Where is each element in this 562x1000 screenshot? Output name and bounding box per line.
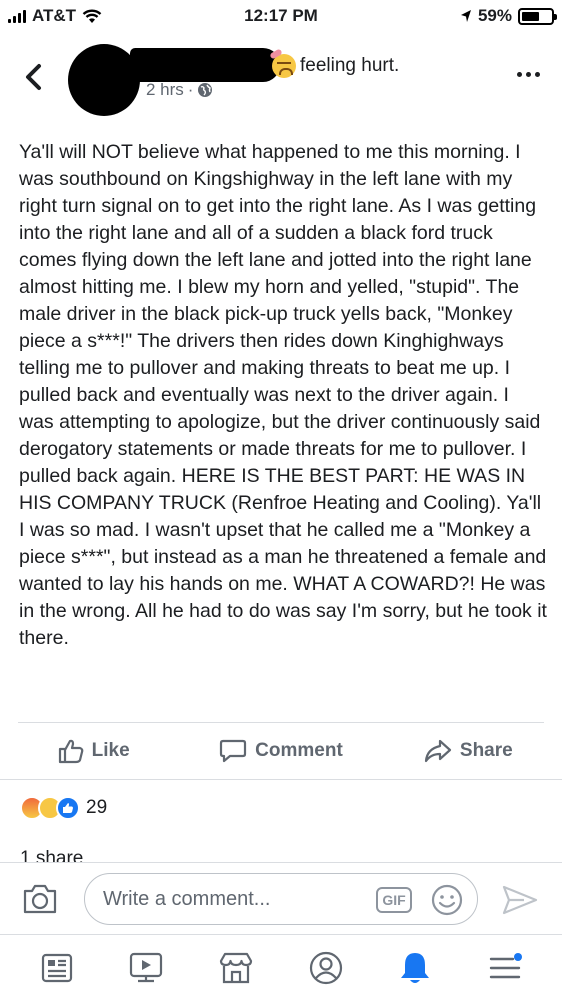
tab-notifications[interactable]	[387, 943, 443, 993]
send-button[interactable]	[500, 883, 540, 917]
post-body-text: Ya'll will NOT believe what happened to …	[19, 141, 553, 649]
smiley-icon	[431, 884, 463, 916]
more-dot-icon	[526, 72, 531, 77]
hurt-emoji-icon	[269, 48, 296, 78]
tab-marketplace[interactable]	[208, 943, 264, 993]
comment-input[interactable]: Write a comment...	[84, 873, 478, 925]
post-time[interactable]: 2 hrs	[146, 80, 184, 100]
more-options-button[interactable]	[517, 72, 540, 77]
tab-menu[interactable]	[477, 943, 533, 993]
comment-placeholder: Write a comment...	[103, 887, 271, 910]
thumbs-up-icon	[58, 739, 83, 764]
like-reaction-icon	[56, 796, 80, 820]
emoji-button[interactable]	[430, 883, 464, 917]
post-meta: 2 hrs ·	[146, 80, 213, 100]
location-arrow-icon	[460, 10, 471, 22]
news-feed-icon	[41, 953, 72, 982]
divider	[18, 722, 544, 723]
bottom-tab-bar	[0, 934, 562, 1000]
comment-label: Comment	[255, 740, 343, 761]
menu-hamburger-icon	[489, 952, 523, 978]
divider	[0, 779, 562, 780]
comment-button[interactable]: Comment	[187, 724, 374, 778]
like-label: Like	[91, 740, 130, 761]
battery-percent: 59%	[477, 6, 512, 25]
tab-profile[interactable]	[298, 943, 354, 993]
share-arrow-icon	[424, 739, 452, 763]
more-dot-icon	[535, 72, 540, 77]
back-button[interactable]	[20, 62, 46, 92]
post-actions: Like Comment Share	[0, 724, 562, 778]
camera-button[interactable]	[22, 883, 58, 915]
tab-news-feed[interactable]	[29, 943, 85, 993]
battery-fill	[522, 11, 539, 21]
post-header: feeling hurt. 2 hrs ·	[0, 40, 562, 118]
share-label: Share	[459, 740, 513, 761]
tab-watch[interactable]	[118, 943, 174, 993]
status-bar: AT&T 12:17 PM 59%	[0, 0, 562, 34]
bell-icon	[401, 952, 430, 983]
feeling-status: feeling hurt.	[269, 48, 400, 78]
profile-icon	[309, 951, 342, 984]
comment-bubble-icon	[220, 739, 247, 763]
status-right: 59%	[460, 6, 557, 26]
share-button[interactable]: Share	[375, 724, 562, 778]
camera-icon	[23, 884, 57, 914]
battery-icon	[518, 7, 557, 25]
marketplace-shop-icon	[220, 952, 253, 983]
comment-composer: Write a comment... GIF	[0, 862, 562, 934]
like-button[interactable]: Like	[0, 724, 187, 778]
gif-button[interactable]: GIF	[376, 887, 412, 913]
reaction-summary[interactable]: 29	[20, 796, 107, 820]
send-arrow-icon	[502, 885, 538, 915]
redacted-author-name	[130, 48, 280, 82]
feeling-text: feeling hurt.	[300, 55, 400, 76]
chevron-left-icon	[26, 64, 41, 90]
meta-separator: ·	[187, 80, 194, 99]
globe-icon	[198, 83, 213, 97]
more-dot-icon	[517, 72, 522, 77]
watch-video-icon	[130, 952, 163, 982]
reaction-count: 29	[86, 797, 108, 818]
